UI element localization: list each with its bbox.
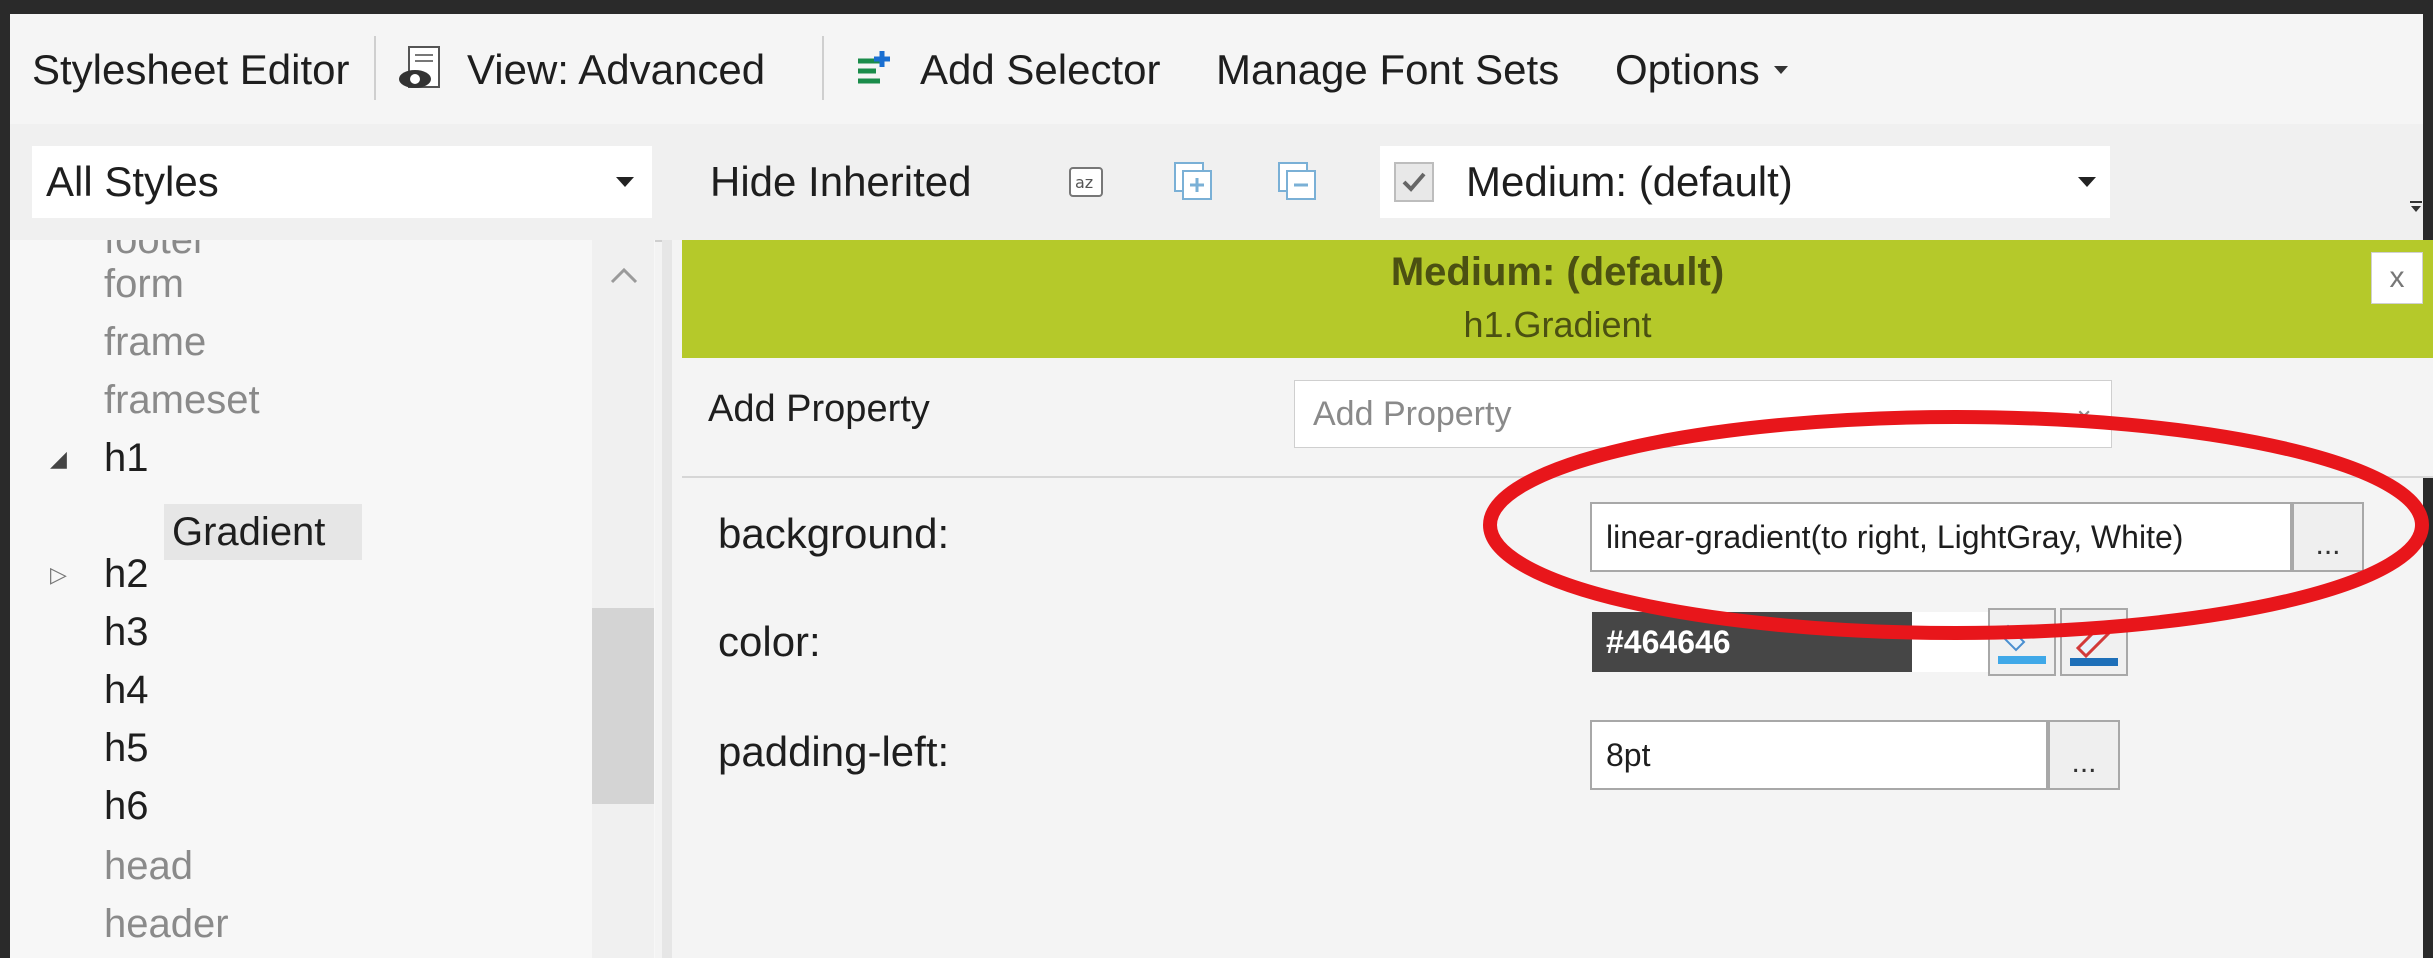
toolbar-separator [822,36,824,100]
style-header: Medium: (default) h1.Gradient x [682,240,2433,358]
hide-inherited-toggle[interactable]: Hide Inherited [710,146,972,218]
tree-item-selected[interactable]: Gradient [172,504,325,560]
expand-all-icon[interactable] [1168,146,1220,218]
view-advanced-label: View: Advanced [467,46,766,93]
chevron-down-icon [2078,177,2096,187]
window-top-edge [0,0,2433,14]
view-advanced-button[interactable]: View: Advanced [395,38,765,102]
styles-filter-value: All Styles [46,158,219,205]
medium-dropdown[interactable]: Medium: (default) [1380,146,2110,218]
options-caret-icon [1773,66,1788,74]
property-name-padding-left: padding-left: [718,728,950,775]
chevron-down-icon [616,177,634,187]
sort-az-icon[interactable]: az [1060,146,1112,218]
tree-item[interactable]: h6 [104,778,149,834]
add-property-label: Add Property [708,388,930,430]
tree-scrollbar[interactable] [592,240,654,958]
collapsed-triangle-icon[interactable]: ▷ [50,562,67,588]
add-selector-icon [852,47,898,93]
medium-title: Medium: (default) [1390,250,1725,294]
tree-item[interactable]: h3 [104,604,149,660]
property-name-color: color: [718,618,821,665]
padding-left-edit-button[interactable]: ... [2048,720,2120,790]
close-button[interactable]: x [2371,252,2423,304]
manage-font-sets-button[interactable]: Manage Font Sets [1216,38,1559,102]
filter-toolbar: All Styles Hide Inherited az Medium: (de… [10,124,2423,242]
scrollbar-thumb[interactable] [592,608,654,804]
property-name-background: background: [718,510,950,557]
tree-item[interactable]: h2 [104,546,149,602]
tree-item[interactable]: h4 [104,662,149,718]
tree-item[interactable]: h5 [104,720,149,776]
collapse-all-icon[interactable] [1272,146,1324,218]
options-menu-button[interactable]: Options [1615,38,1788,102]
tree-item[interactable]: h1 [104,430,149,486]
main-toolbar: Stylesheet Editor View: Advanced Add Sel… [10,14,2423,125]
scroll-up-icon[interactable] [610,258,638,292]
tree-item[interactable]: form [104,256,184,312]
selector-tree: footer form frame frameset ◢ h1 Gradient… [10,240,655,958]
medium-checkbox[interactable] [1394,162,1434,202]
styles-filter-dropdown[interactable]: All Styles [32,146,652,218]
toolbar-separator [374,36,376,100]
svg-text:az: az [1075,173,1093,192]
options-label: Options [1615,46,1760,93]
tree-item[interactable]: frame [104,314,206,370]
window-left-edge [0,0,10,958]
tree-item[interactable]: header [104,896,229,952]
add-selector-label: Add Selector [920,46,1161,93]
tree-item[interactable]: head [104,838,193,894]
stylesheet-editor-window: Stylesheet Editor View: Advanced Add Sel… [0,0,2433,958]
expanded-triangle-icon[interactable]: ◢ [50,446,67,472]
padding-left-value-input[interactable]: 8pt [1590,720,2048,790]
stylesheet-editor-title: Stylesheet Editor [32,46,350,93]
check-icon [1402,172,1426,192]
add-selector-button[interactable]: Add Selector [852,38,1160,102]
annotation-ellipse [1483,410,2429,640]
view-eye-icon [395,43,449,97]
selector-subtitle: h1.Gradient [1463,304,1652,345]
overflow-caret-icon[interactable] [2409,200,2423,214]
tree-item[interactable]: frameset [104,372,260,428]
medium-dropdown-value: Medium: (default) [1466,158,1793,205]
